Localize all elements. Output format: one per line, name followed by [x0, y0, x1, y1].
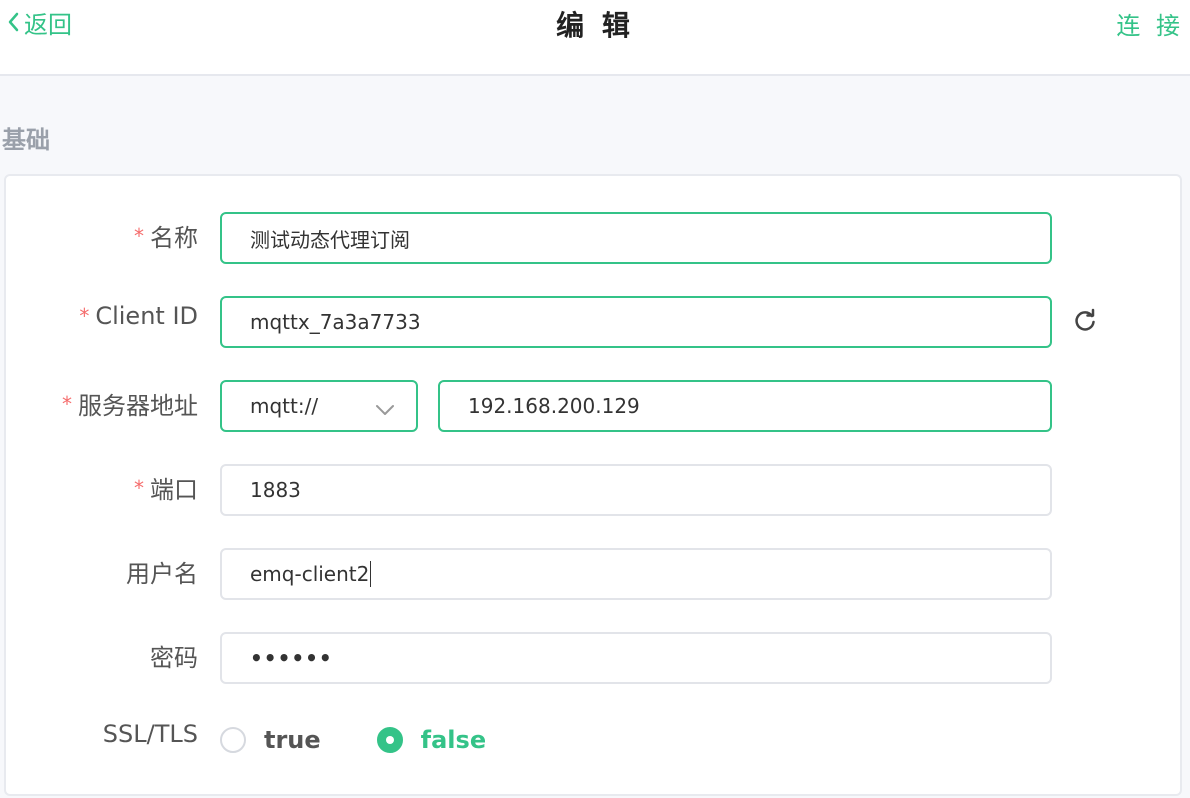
client-id-row: * Client ID mqttx_7a3a7733	[6, 296, 1184, 348]
name-label: * 名称	[134, 223, 198, 253]
password-value: ••••••	[250, 646, 333, 670]
protocol-value: mqtt://	[250, 394, 319, 418]
port-input[interactable]: 1883	[220, 464, 1052, 516]
password-row: 密码 ••••••	[6, 632, 1184, 684]
server-row: * 服务器地址 mqtt:// 192.168.200.129	[6, 380, 1184, 432]
ssl-false-radio[interactable]: false	[376, 726, 487, 754]
ssl-false-label: false	[420, 726, 487, 754]
required-marker: *	[134, 223, 144, 248]
username-value: emq-client2	[250, 562, 370, 586]
client-id-input[interactable]: mqttx_7a3a7733	[220, 296, 1052, 348]
password-label: 密码	[150, 644, 198, 672]
client-id-label: * Client ID	[79, 302, 198, 330]
chevron-down-icon	[374, 398, 396, 422]
required-marker: *	[79, 304, 90, 328]
required-marker: *	[62, 391, 72, 416]
password-input[interactable]: ••••••	[220, 632, 1052, 684]
username-input[interactable]: emq-client2	[220, 548, 1052, 600]
radio-circle	[220, 727, 246, 753]
connect-button[interactable]: 连 接	[1116, 6, 1184, 41]
protocol-select[interactable]: mqtt://	[220, 380, 418, 432]
section-title: 基础	[2, 126, 50, 154]
top-bar: 返回 编 辑 连 接	[0, 0, 1190, 76]
port-row: * 端口 1883	[6, 464, 1184, 516]
ssl-row: SSL/TLS true false	[6, 714, 1184, 766]
ssl-true-label: true	[264, 726, 321, 754]
username-label: 用户名	[126, 560, 198, 588]
refresh-icon[interactable]	[1072, 308, 1098, 338]
ssl-radio-group: true false	[220, 714, 486, 766]
ssl-label: SSL/TLS	[102, 720, 198, 748]
radio-circle	[376, 727, 403, 753]
host-input[interactable]: 192.168.200.129	[438, 380, 1052, 432]
server-label: * 服务器地址	[62, 391, 198, 421]
basic-settings-card: * 名称 测试动态代理订阅 * Client ID mqttx_7a3a7733…	[4, 174, 1182, 796]
name-input[interactable]: 测试动态代理订阅	[220, 212, 1052, 264]
ssl-true-radio[interactable]: true	[220, 726, 321, 754]
page-title: 编 辑	[556, 9, 634, 42]
username-row: 用户名 emq-client2	[6, 548, 1184, 600]
port-label: * 端口	[134, 475, 198, 505]
name-row: * 名称 测试动态代理订阅	[6, 212, 1184, 264]
text-cursor	[370, 561, 372, 587]
required-marker: *	[134, 475, 144, 500]
